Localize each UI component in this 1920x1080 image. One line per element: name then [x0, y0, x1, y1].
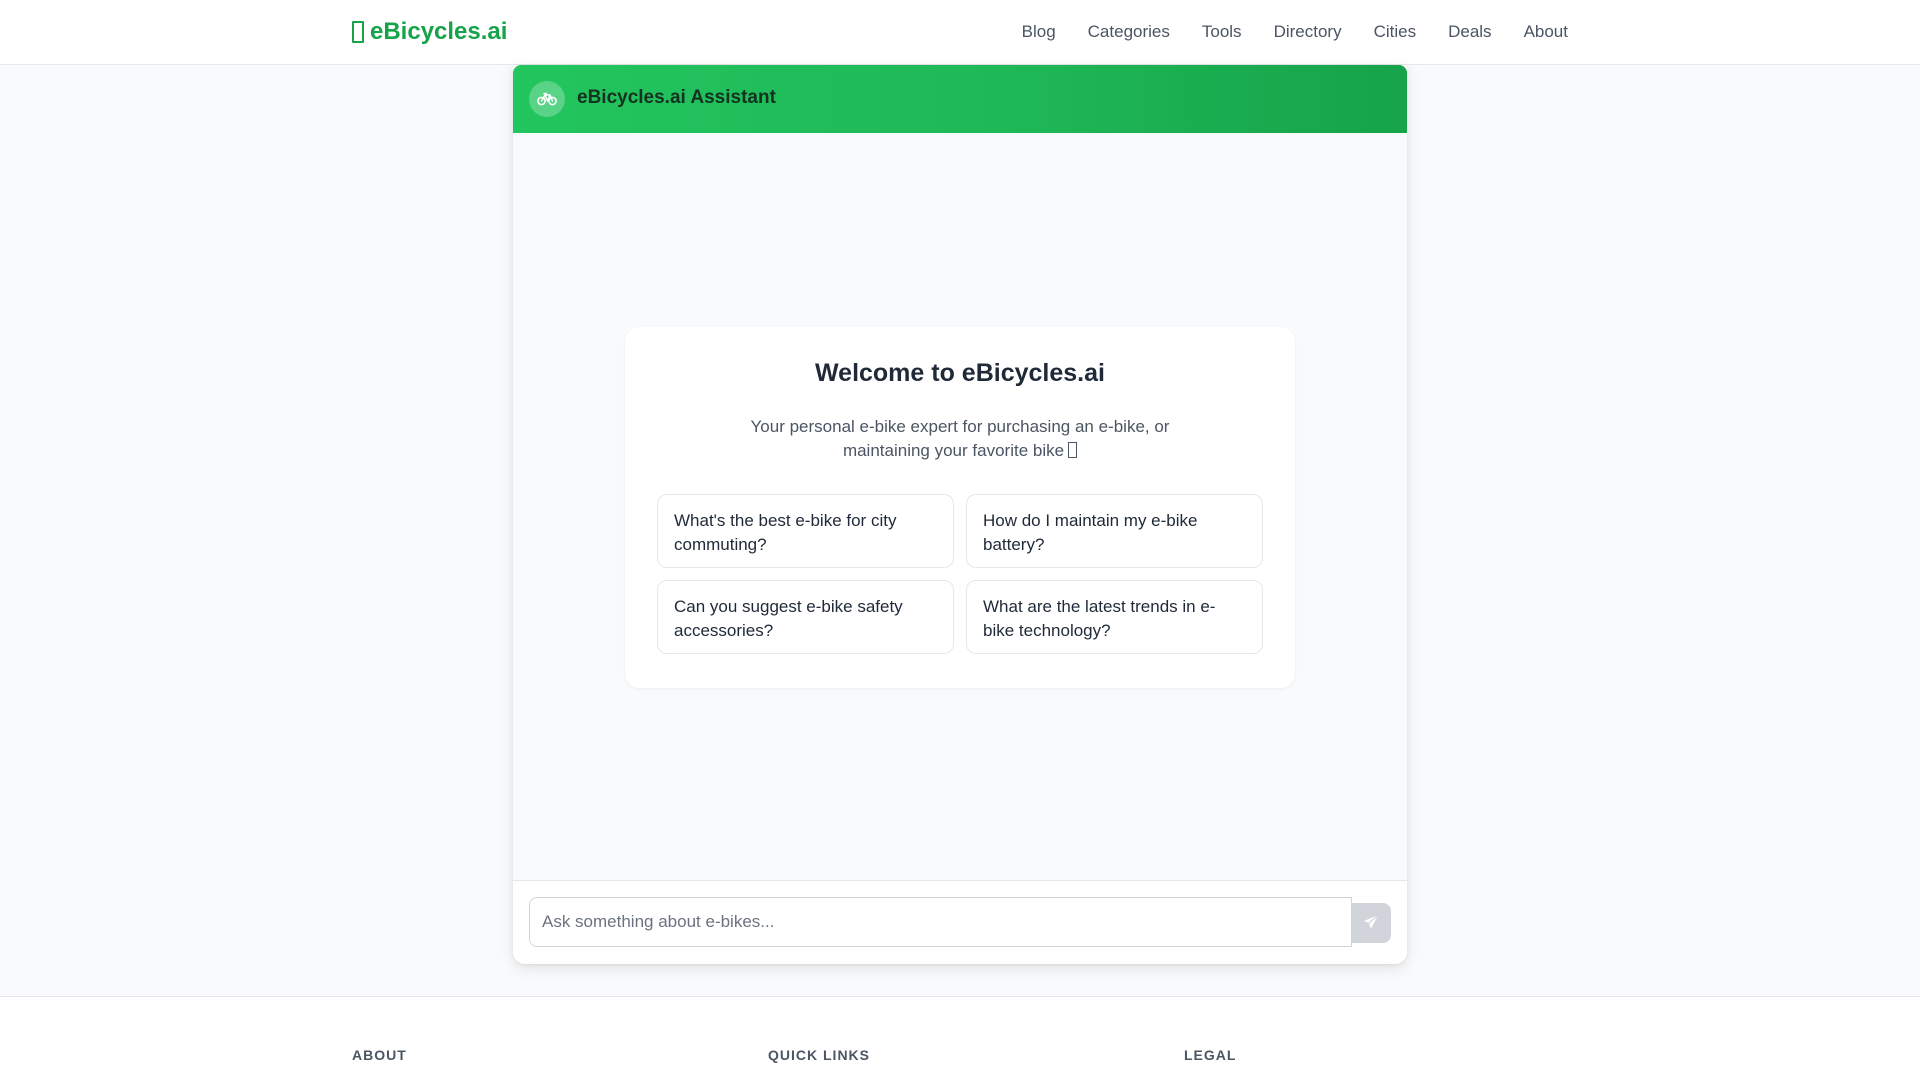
welcome-card: Welcome to eBicycles.ai Your personal e-… — [625, 327, 1295, 688]
chat-message-input[interactable] — [529, 897, 1352, 947]
nav-link-blog[interactable]: Blog — [1022, 22, 1056, 42]
brand-logo-link[interactable]: eBicycles.ai — [352, 16, 507, 48]
send-button[interactable] — [1351, 903, 1391, 943]
footer-heading-legal: LEGAL — [1184, 1047, 1237, 1063]
chat-input-bar — [513, 880, 1407, 964]
nav-link-cities[interactable]: Cities — [1374, 22, 1417, 42]
top-navbar: eBicycles.ai Blog Categories Tools Direc… — [0, 0, 1920, 65]
nav-link-deals[interactable]: Deals — [1448, 22, 1491, 42]
suggestion-chip-battery-maintenance[interactable]: How do I maintain my e-bike battery? — [966, 494, 1263, 568]
chat-header: eBicycles.ai Assistant — [513, 65, 1407, 133]
bicycle-icon — [529, 81, 565, 117]
site-footer: ABOUT QUICK LINKS LEGAL — [0, 996, 1920, 1080]
chat-messages-area: Welcome to eBicycles.ai Your personal e-… — [513, 133, 1407, 880]
chat-panel: eBicycles.ai Assistant Welcome to eBicyc… — [513, 65, 1407, 964]
chat-title: eBicycles.ai Assistant — [577, 87, 776, 108]
emoji-icon — [1068, 442, 1078, 458]
nav-link-categories[interactable]: Categories — [1088, 22, 1170, 42]
footer-heading-quick-links: QUICK LINKS — [768, 1047, 870, 1063]
welcome-title: Welcome to eBicycles.ai — [815, 359, 1105, 387]
main-nav: Blog Categories Tools Directory Cities D… — [1022, 0, 1568, 64]
welcome-subtitle-text: Your personal e-bike expert for purchasi… — [750, 417, 1170, 460]
footer-heading-about: ABOUT — [352, 1047, 407, 1063]
nav-link-tools[interactable]: Tools — [1202, 22, 1242, 42]
suggestion-chip-city-commuting[interactable]: What's the best e-bike for city commutin… — [657, 494, 954, 568]
suggestion-chip-safety-accessories[interactable]: Can you suggest e-bike safety accessorie… — [657, 580, 954, 654]
brand-name: eBicycles.ai — [370, 18, 508, 45]
paper-plane-icon — [1363, 914, 1379, 933]
nav-link-about[interactable]: About — [1524, 22, 1568, 42]
welcome-subtitle: Your personal e-bike expert for purchasi… — [725, 415, 1195, 463]
suggestion-chip-tech-trends[interactable]: What are the latest trends in e-bike tec… — [966, 580, 1263, 654]
brand-emoji-icon — [352, 21, 364, 43]
nav-link-directory[interactable]: Directory — [1274, 22, 1342, 42]
